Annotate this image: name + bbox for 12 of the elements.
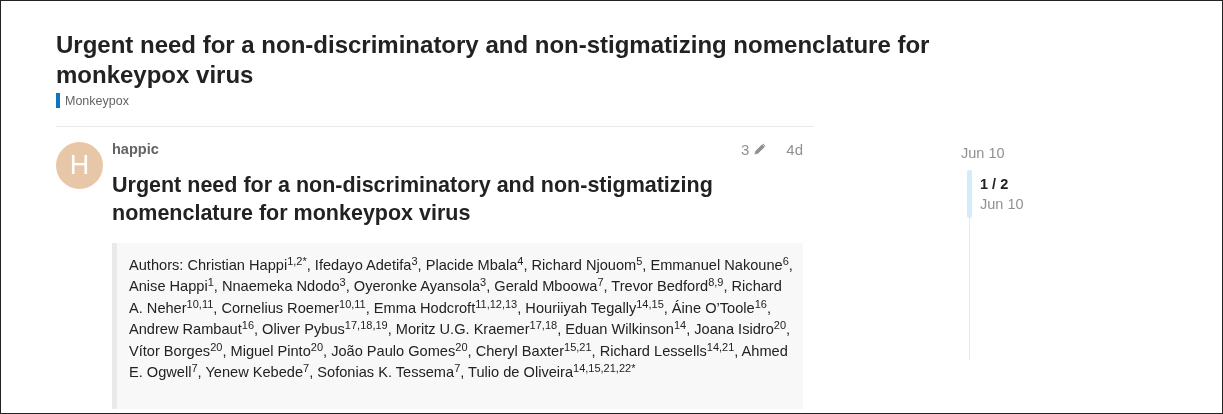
username-link[interactable]: happic: [112, 141, 159, 157]
timeline-start-date[interactable]: Jun 10: [961, 145, 1024, 161]
topic-title: Urgent need for a non-discriminatory and non-stigmatizing nomenclature for monkeypox virus: [56, 30, 931, 90]
timeline-position: 1 / 2: [980, 176, 1010, 192]
pencil-icon: [752, 141, 769, 157]
timeline-handle[interactable]: [967, 170, 972, 218]
post-heading: Urgent need for a non-discriminatory and non-stigmatizing nomenclature for monkeypox virus: [112, 172, 714, 227]
category-link[interactable]: Monkeypox: [65, 93, 129, 108]
authors-quote: Authors: Christian Happi$^{1,2*}$, Ifedayo Adetifa$^{3}$, Placide Mbala$^{4}$, Richard Njouom$^{5}$, Emmanuel Nakoune$^{6}$, Anise Happi$^{1}$, Nnaemeka Ndodo$^{3}$, Oyeronke Ayansola$^{3}$, Gerald Mboowa$^{7}$, Trevor Bedford$^{8,9}$, Richard A. Neher$^{10,11}$, Cornelius Roemer$^{10,11}$, Emma Hodcroft$^{11,12,13}$, Houriiyah Tegally$^{14,15}$, Áine O’Toole$^{16}$, Andrew Rambaut$^{16}$, Oliver Pybus$^{17,18,19}$, Moritz U.G. Kraemer$^{17,18}$, Eduan Wilkinson$^{14}$, Joana Isidro$^{20}$, Vítor Borges$^{20}$, Miguel Pinto$^{20}$, João Paulo Gomes$^{20}$, Cheryl Baxter$^{15,21}$, Richard Lessells$^{14,21}$, Ahmed E. Ogwell$^{7}$, Yenew Kebede$^{7}$, Sofonias K. Tessema$^{7}$, Tulio de Oliveira$^{14,15,21,22*}$: [112, 243, 803, 409]
post-age[interactable]: 4d: [786, 140, 803, 158]
edit-history-button[interactable]: 3: [740, 140, 769, 158]
timeline-date: Jun 10: [980, 196, 1024, 212]
